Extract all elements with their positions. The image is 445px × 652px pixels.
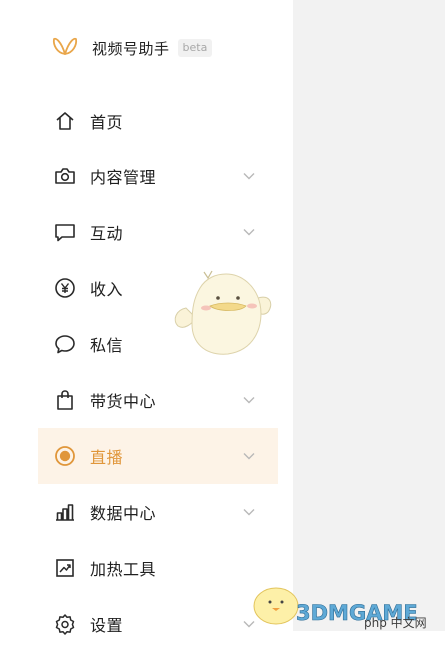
nav-label-private-message: 私信 (90, 336, 124, 355)
nav-label-income: 收入 (90, 280, 124, 299)
message-square-icon (55, 224, 75, 242)
nav-item-sales-center[interactable]: 带货中心 (38, 372, 278, 428)
main-content-area (293, 0, 445, 631)
bar-chart-icon (56, 504, 74, 521)
watermark-site-text: php 中文网 (364, 615, 427, 630)
trend-chart-icon (56, 559, 74, 577)
nav-label-live: 直播 (90, 448, 124, 467)
nav-label-content-management: 内容管理 (90, 168, 157, 187)
chevron-down-icon[interactable] (242, 505, 256, 519)
nav-item-live[interactable]: 直播 (38, 428, 278, 484)
butterfly-logo-icon (52, 37, 78, 55)
nav-label-sales-center: 带货中心 (90, 392, 157, 411)
nav-item-settings[interactable]: 设置 (38, 596, 278, 652)
nav-label-interaction: 互动 (90, 224, 124, 243)
nav-label-settings: 设置 (90, 616, 124, 635)
yen-circle-icon (55, 278, 75, 298)
watermark-chick-icon (253, 587, 299, 625)
shopping-bag-icon (57, 390, 73, 410)
nav-label-home: 首页 (90, 113, 124, 132)
chevron-down-icon[interactable] (242, 225, 256, 239)
camera-icon (55, 168, 75, 184)
chevron-down-icon[interactable] (242, 169, 256, 183)
nav-item-interaction[interactable]: 互动 (38, 204, 278, 260)
chevron-down-icon[interactable] (242, 393, 256, 407)
gear-icon (55, 614, 75, 635)
brand-header: 视频号助手 beta (52, 36, 213, 60)
chevron-down-icon[interactable] (242, 449, 256, 463)
nav-label-data-center: 数据中心 (90, 504, 157, 523)
live-record-icon (55, 446, 75, 466)
beta-badge: beta (177, 39, 213, 57)
app-title: 视频号助手 (92, 39, 170, 58)
nav-item-data-center[interactable]: 数据中心 (38, 484, 278, 540)
nav-item-boost-tools[interactable]: 加热工具 (38, 540, 278, 596)
nav-item-home[interactable]: 首页 (38, 93, 278, 149)
nav-item-content-management[interactable]: 内容管理 (38, 148, 278, 204)
mascot-chick-illustration (174, 270, 272, 355)
nav-label-boost-tools: 加热工具 (90, 560, 157, 579)
home-icon (56, 112, 74, 130)
chat-bubble-icon (55, 335, 75, 354)
watermark-logo: 3DMGAME php 中文网 (253, 587, 427, 630)
